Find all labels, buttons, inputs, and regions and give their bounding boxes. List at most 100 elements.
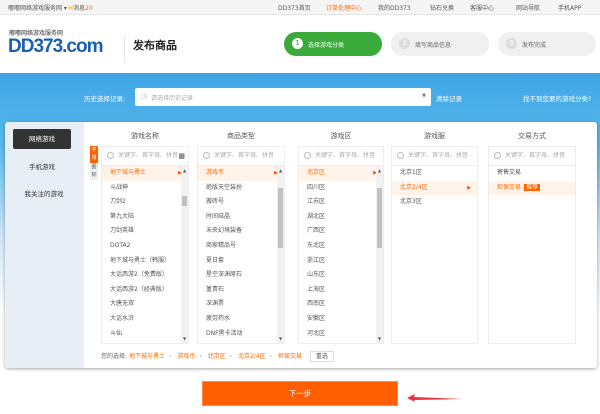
scroll-up-icon[interactable]: ▲	[277, 168, 284, 173]
not-found-link[interactable]: 找不到您要的游戏分类?	[523, 93, 591, 103]
scrollbar[interactable]: ▲ ▼	[181, 166, 188, 343]
list-item[interactable]: 搬砖号	[198, 195, 284, 210]
tab-icon[interactable]: 图标	[90, 163, 98, 180]
column-search-input[interactable]: 关键字、首字母、拼音	[489, 147, 575, 166]
list-item[interactable]: 地下城与勇士（韩服）	[102, 254, 188, 269]
scrollbar[interactable]: ▲ ▼	[277, 166, 284, 343]
scroll-down-icon[interactable]: ▼	[376, 336, 383, 341]
next-step-button[interactable]: 下一步	[202, 381, 398, 406]
list-item[interactable]: 大话西游2（免费版）	[102, 268, 188, 283]
step-2: 2 填写商品信息	[391, 32, 489, 56]
list-item[interactable]: 广西区	[299, 224, 383, 239]
list-item[interactable]: 北京3区	[392, 195, 477, 210]
scrollbar-thumb[interactable]	[377, 188, 382, 248]
crumb-type[interactable]: 游戏币	[177, 353, 195, 360]
list-item[interactable]: 刀剑2	[102, 195, 188, 210]
scrollbar-thumb[interactable]	[278, 188, 283, 248]
link-service[interactable]: 客服中心	[470, 3, 494, 12]
sidebar-item-followed-games[interactable]: 我关注的游戏	[9, 184, 79, 204]
list-item[interactable]: 绝版天空装扮	[198, 181, 284, 196]
column-search-input[interactable]: 关键字、首字母、拼音 ▦	[102, 147, 188, 166]
list-item[interactable]: 北京2/4区 ▶	[392, 180, 477, 196]
logo[interactable]: DD373.com	[8, 36, 103, 58]
list-item[interactable]: 未央幻境装备	[198, 224, 284, 239]
list-item[interactable]: 北京区▶	[299, 166, 383, 181]
list-item[interactable]: 寄售交易	[489, 166, 575, 181]
clear-history-link[interactable]: 清除记录	[436, 93, 462, 103]
column-list: 关键字、首字母、拼音 寄售交易 担保交易 推荐	[488, 146, 576, 344]
crumb-server[interactable]: 北京2/4区	[238, 353, 266, 360]
list-item[interactable]: 北京1区	[392, 166, 477, 181]
list-item[interactable]: 四川区	[299, 181, 383, 196]
search-icon	[107, 152, 114, 159]
list-item[interactable]: DNF黑卡活动	[198, 327, 284, 342]
arrow-right-icon: ▶	[467, 184, 471, 191]
list-item[interactable]: 大话西游2（经典版）	[102, 283, 188, 298]
list-item[interactable]: 夏日套	[198, 254, 284, 269]
scrollbar[interactable]: ▲ ▼	[376, 166, 383, 343]
list-item[interactable]: 第九大陆	[102, 210, 188, 225]
sidebar: 网络游戏 手机游戏 我关注的游戏	[5, 122, 84, 368]
list-item[interactable]: 疲劳药水	[198, 312, 284, 327]
list-item[interactable]: 西南区	[299, 297, 383, 312]
column-search-input[interactable]: 关键字、首字母、拼音	[299, 147, 383, 166]
list-item[interactable]: 堇青石	[198, 283, 284, 298]
list-item[interactable]: 刀剑英雄	[102, 224, 188, 239]
list-item[interactable]: 山东区	[299, 268, 383, 283]
scroll-down-icon[interactable]: ▼	[181, 336, 188, 341]
list-item[interactable]: 游戏币▶	[198, 166, 284, 181]
clock-icon: ◷	[141, 92, 148, 100]
messages-link[interactable]: ✉消息20	[68, 3, 93, 12]
scroll-down-icon[interactable]: ▼	[277, 336, 284, 341]
site-menu[interactable]: 嘟嘟网络游戏服务网 ▾	[8, 3, 67, 12]
list-item[interactable]: 上海区	[299, 283, 383, 298]
reset-button[interactable]: 重选	[309, 351, 334, 362]
column-list: 关键字、首字母、拼音▦地下城与勇士▶斗战神刀剑2第九大陆刀剑英雄DOTA2地下城…	[101, 146, 189, 344]
search-icon	[397, 152, 404, 159]
link-diamond[interactable]: 钻石兑换	[430, 3, 454, 12]
list-item[interactable]: 大唐无双	[102, 297, 188, 312]
column-list: 关键字、首字母、拼音北京区▶四川区江苏区湖北区广西区东北区浙江区山东区上海区西南…	[298, 146, 384, 344]
header: 嘟嘟网络游戏服务网 DD373.com 发布商品 1 选择游戏分类 2 填写商品…	[0, 15, 600, 73]
column-header: 游戏名称	[131, 132, 159, 140]
list-item[interactable]: 湖北区	[299, 210, 383, 225]
search-icon	[304, 152, 311, 159]
list-item[interactable]: 商家精品号	[198, 239, 284, 254]
list-item[interactable]: 河北区	[299, 327, 383, 342]
list-item[interactable]: 时间结晶	[198, 210, 284, 225]
history-select[interactable]: ◷ 请选择历史记录 ▼	[135, 88, 431, 106]
tab-letter[interactable]: 字母	[90, 146, 98, 163]
link-my[interactable]: 我的DD373	[378, 3, 411, 12]
column-search-input[interactable]: 关键字、首字母、拼音	[392, 147, 477, 166]
list-item[interactable]: DOTA2	[102, 239, 188, 254]
list-item[interactable]: 安徽区	[299, 312, 383, 327]
crumb-game[interactable]: 地下城与勇士	[129, 353, 165, 360]
scroll-up-icon[interactable]: ▲	[376, 168, 383, 173]
list-item[interactable]: 深渊票	[198, 297, 284, 312]
column-search-input[interactable]: 关键字、首字母、拼音	[198, 147, 284, 166]
scrollbar-thumb[interactable]	[182, 196, 187, 206]
scroll-up-icon[interactable]: ▲	[181, 168, 188, 173]
list-item[interactable]: 江苏区	[299, 195, 383, 210]
grid-icon[interactable]: ▦	[178, 147, 185, 165]
list-item[interactable]: 浙江区	[299, 254, 383, 269]
column-list: 关键字、首字母、拼音 北京1区 北京2/4区 ▶ 北京3区	[391, 146, 478, 344]
list-item[interactable]: 地下城与勇士▶	[102, 166, 188, 181]
sidebar-item-online-games[interactable]: 网络游戏	[13, 129, 71, 149]
link-home[interactable]: DD373首页	[278, 3, 311, 12]
crumb-trade[interactable]: 担保交易	[278, 353, 302, 360]
list-item[interactable]: 斗战神	[102, 181, 188, 196]
list-item[interactable]: 星空深渊原石	[198, 268, 284, 283]
link-app[interactable]: 手机APP	[558, 3, 581, 12]
column-list: 关键字、首字母、拼音游戏币▶绝版天空装扮搬砖号时间结晶未央幻境装备商家精品号夏日…	[197, 146, 285, 344]
list-item[interactable]: 大话水浒	[102, 312, 188, 327]
list-item[interactable]: 斗仙	[102, 327, 188, 342]
category-panel: 网络游戏 手机游戏 我关注的游戏 字母 图标 游戏名称 关键字、首字母、拼音 ▦ 地下…	[5, 122, 597, 368]
list-item[interactable]: 担保交易 推荐	[489, 180, 575, 196]
link-orders[interactable]: 订单处理中心	[326, 3, 362, 12]
crumb-zone[interactable]: 北京区	[208, 353, 226, 360]
link-nav[interactable]: 网站导航	[516, 3, 540, 12]
list-item[interactable]: 东北区	[299, 239, 383, 254]
column-header: 游戏服	[424, 132, 445, 140]
sidebar-item-mobile-games[interactable]: 手机游戏	[13, 157, 71, 177]
